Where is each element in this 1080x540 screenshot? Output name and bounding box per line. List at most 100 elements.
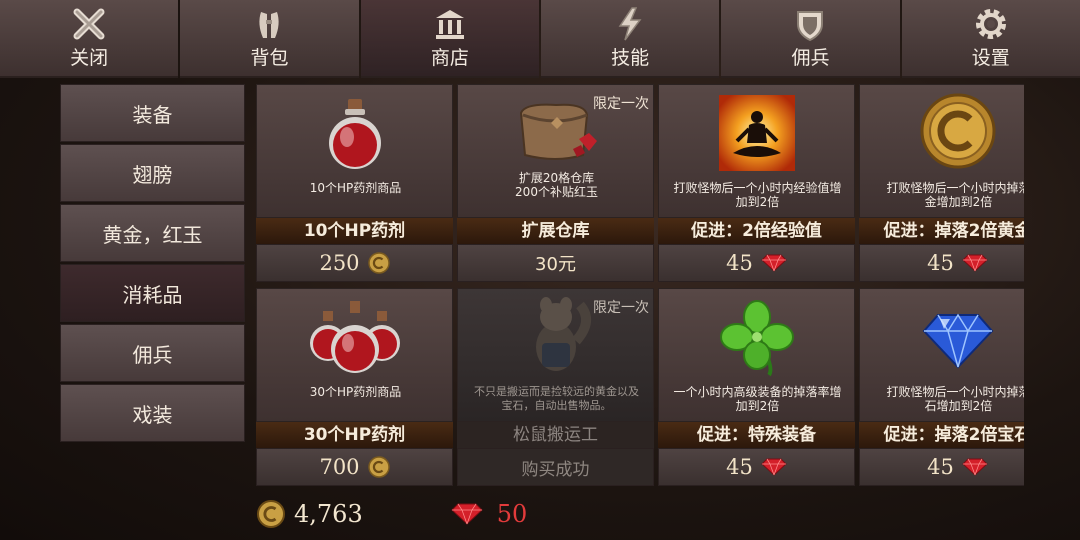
item-title: 扩展仓库 bbox=[457, 218, 654, 244]
tab-label: 背包 bbox=[250, 47, 289, 69]
clover-icon bbox=[719, 300, 794, 377]
card-image-area: 打败怪物后一个小时内掉落 石增加到2倍 bbox=[859, 288, 1024, 422]
gold-coin-icon bbox=[257, 500, 285, 528]
card-image-area: 10个HP药剂商品 bbox=[256, 84, 453, 218]
item-description: 不只是搬运而是捡较远的黄金以及 宝石，自动出售物品。 bbox=[474, 385, 639, 412]
tab-label: 技能 bbox=[611, 47, 650, 69]
tab-label: 关闭 bbox=[70, 47, 109, 69]
shop-item-card[interactable]: 限定一次 扩展20格仓库 200个补贴红玉 扩展仓库 30元 bbox=[457, 84, 654, 284]
sidebar-item-label: 翅膀 bbox=[132, 162, 173, 187]
card-image-area: 限定一次 扩展20格仓库 200个补贴红玉 bbox=[457, 84, 654, 218]
shop-item-card[interactable]: 10个HP药剂商品 10个HP药剂 250 bbox=[256, 84, 453, 284]
close-icon bbox=[73, 8, 105, 40]
card-image-area: 打败怪物后一个小时内经验值增 加到2倍 bbox=[658, 84, 855, 218]
buy-button[interactable]: 45 bbox=[658, 244, 855, 282]
item-description: 打败怪物后一个小时内经验值增 加到2倍 bbox=[673, 181, 842, 209]
tab-settings[interactable]: 设置 bbox=[901, 0, 1080, 78]
shop-item-card[interactable]: 限定一次 不只是搬运而是捡较远的黄金以及 宝石，自动出售物品。 松鼠搬运工 购买… bbox=[457, 288, 654, 488]
tab-skills[interactable]: 技能 bbox=[540, 0, 720, 78]
lightning-icon bbox=[618, 7, 642, 41]
category-sidebar: 装备 翅膀 黄金，红玉 消耗品 佣兵 戏装 bbox=[60, 84, 245, 444]
price-value: 45 bbox=[927, 455, 954, 479]
purchased-status: 购买成功 bbox=[457, 448, 654, 486]
limit-badge: 限定一次 bbox=[593, 96, 649, 112]
item-description: 扩展20格仓库 200个补贴红玉 bbox=[515, 171, 598, 199]
buy-button[interactable]: 250 bbox=[256, 244, 453, 282]
hp-potions-icon bbox=[309, 301, 400, 373]
item-description: 30个HP药剂商品 bbox=[309, 385, 402, 399]
item-title: 松鼠搬运工 bbox=[457, 422, 654, 448]
gold-balance: 4,763 bbox=[294, 500, 363, 528]
tab-close[interactable]: 关闭 bbox=[0, 0, 179, 78]
buy-button[interactable]: 45 bbox=[859, 244, 1024, 282]
gear-icon bbox=[975, 9, 1006, 39]
price-value: 45 bbox=[726, 251, 753, 275]
price-value: 250 bbox=[319, 251, 360, 275]
item-title: 促进：特殊装备 bbox=[658, 422, 855, 448]
sidebar-item-label: 装备 bbox=[132, 102, 173, 127]
sidebar-item-gold-ruby[interactable]: 黄金，红玉 bbox=[60, 204, 245, 262]
sidebar-item-label: 黄金，红玉 bbox=[102, 222, 203, 247]
currency-bar: 4,763 50 bbox=[256, 494, 527, 534]
price-value: 45 bbox=[927, 251, 954, 275]
item-title: 促进：掉落2倍宝石 bbox=[859, 422, 1024, 448]
price-value: 30元 bbox=[535, 254, 576, 275]
item-title: 10个HP药剂 bbox=[256, 218, 453, 244]
tab-label: 佣兵 bbox=[791, 47, 830, 69]
blue-gem-icon bbox=[922, 313, 993, 369]
card-image-area: 限定一次 不只是搬运而是捡较远的黄金以及 宝石，自动出售物品。 bbox=[457, 288, 654, 422]
card-image-area: 30个HP药剂商品 bbox=[256, 288, 453, 422]
item-description: 一个小时内高级装备的掉落率增 加到2倍 bbox=[673, 385, 842, 413]
sidebar-item-consumables[interactable]: 消耗品 bbox=[60, 264, 245, 322]
price-value: 45 bbox=[726, 455, 753, 479]
sidebar-item-equipment[interactable]: 装备 bbox=[60, 84, 245, 142]
hp-potion-icon bbox=[328, 99, 381, 169]
ruby-balance: 50 bbox=[496, 500, 528, 528]
card-image-area: 打败怪物后一个小时内掉落 金增加到2倍 bbox=[859, 84, 1024, 218]
ruby-icon bbox=[962, 458, 988, 476]
sidebar-item-costume[interactable]: 戏装 bbox=[60, 384, 245, 442]
sidebar-item-wings[interactable]: 翅膀 bbox=[60, 144, 245, 202]
item-title: 促进：掉落2倍黄金 bbox=[859, 218, 1024, 244]
item-title: 促进：2倍经验值 bbox=[658, 218, 855, 244]
ruby-icon bbox=[962, 254, 988, 272]
item-description: 10个HP药剂商品 bbox=[309, 181, 402, 195]
top-nav-bar: 关闭 背包 商店 技能 佣兵 设置 bbox=[0, 0, 1080, 78]
backpack-icon bbox=[259, 12, 280, 38]
ruby-icon bbox=[761, 458, 787, 476]
gold-coin-icon bbox=[367, 456, 390, 478]
buy-button[interactable]: 45 bbox=[658, 448, 855, 486]
sidebar-item-label: 戏装 bbox=[132, 402, 173, 427]
buy-button[interactable]: 30元 bbox=[457, 244, 654, 282]
tab-backpack[interactable]: 背包 bbox=[180, 0, 359, 78]
tab-mercenary[interactable]: 佣兵 bbox=[721, 0, 900, 78]
tab-shop[interactable]: 商店 bbox=[360, 0, 539, 78]
item-title: 30个HP药剂 bbox=[256, 422, 453, 448]
item-description: 打败怪物后一个小时内掉落 金增加到2倍 bbox=[886, 181, 1024, 209]
storage-bag-icon bbox=[519, 103, 597, 160]
purchase-status-text: 购买成功 bbox=[521, 459, 590, 480]
shop-item-card[interactable]: 一个小时内高级装备的掉落率增 加到2倍 促进：特殊装备 45 bbox=[658, 288, 855, 488]
shop-icon bbox=[435, 10, 464, 39]
shop-grid: 10个HP药剂商品 10个HP药剂 250 限定一次 扩展20格仓库 200个补… bbox=[256, 84, 1024, 490]
item-description: 打败怪物后一个小时内掉落 石增加到2倍 bbox=[886, 385, 1024, 413]
sidebar-item-label: 佣兵 bbox=[132, 342, 173, 367]
card-image-area: 一个小时内高级装备的掉落率增 加到2倍 bbox=[658, 288, 855, 422]
squirrel-porter-icon bbox=[535, 297, 591, 371]
shop-item-card[interactable]: 打败怪物后一个小时内经验值增 加到2倍 促进：2倍经验值 45 bbox=[658, 84, 855, 284]
gold-coin-icon bbox=[367, 252, 390, 274]
buy-button[interactable]: 700 bbox=[256, 448, 453, 486]
shop-item-card[interactable]: 打败怪物后一个小时内掉落 金增加到2倍 促进：掉落2倍黄金 45 bbox=[859, 84, 1024, 284]
tab-label: 设置 bbox=[971, 47, 1010, 69]
shield-icon bbox=[797, 11, 824, 42]
tab-label: 商店 bbox=[430, 47, 469, 69]
meditation-icon bbox=[718, 95, 795, 171]
limit-badge: 限定一次 bbox=[593, 300, 649, 316]
gold-coin-icon bbox=[920, 93, 995, 169]
ruby-icon bbox=[450, 503, 483, 525]
shop-item-card[interactable]: 30个HP药剂商品 30个HP药剂 700 bbox=[256, 288, 453, 488]
price-value: 700 bbox=[319, 455, 360, 479]
shop-item-card[interactable]: 打败怪物后一个小时内掉落 石增加到2倍 促进：掉落2倍宝石 45 bbox=[859, 288, 1024, 488]
buy-button[interactable]: 45 bbox=[859, 448, 1024, 486]
sidebar-item-mercenary[interactable]: 佣兵 bbox=[60, 324, 245, 382]
